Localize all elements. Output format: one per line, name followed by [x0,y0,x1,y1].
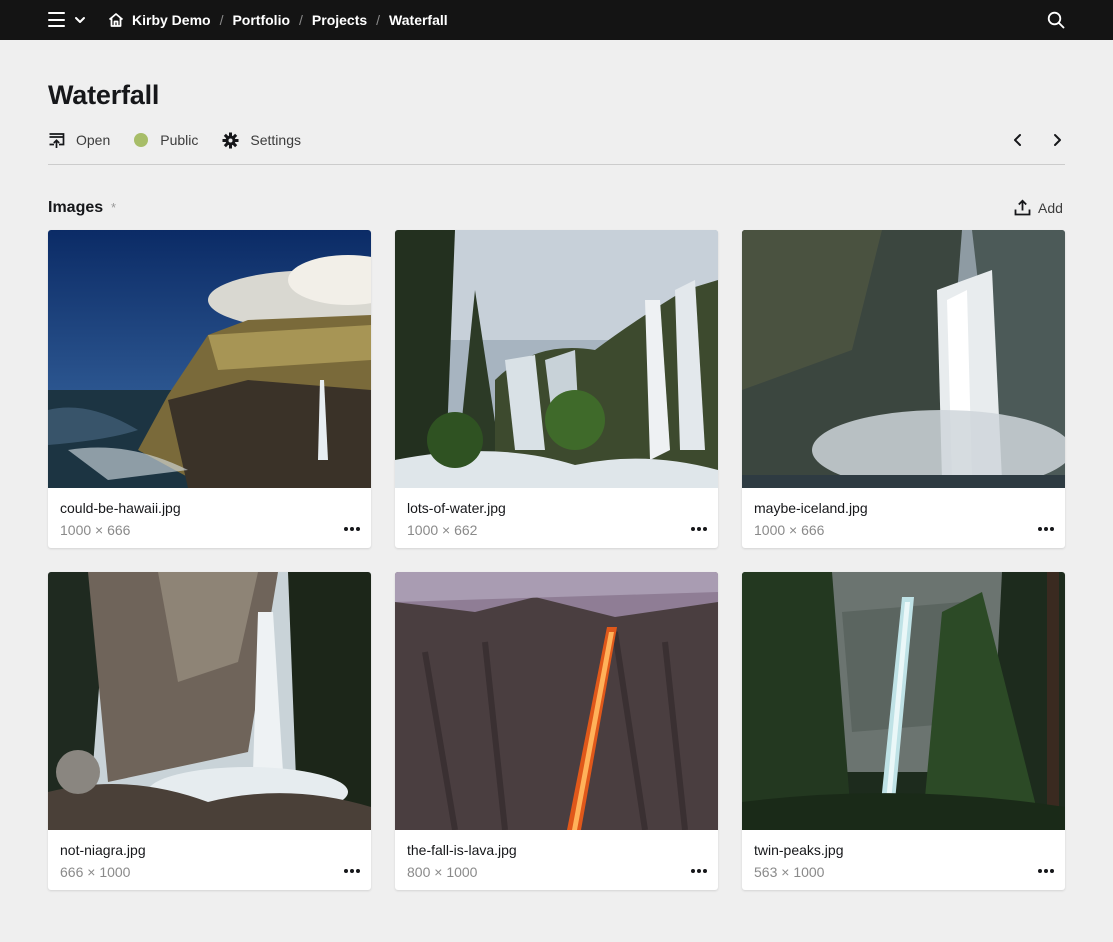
open-preview-icon [49,132,65,148]
chevron-left-icon[interactable] [1010,132,1026,148]
file-card[interactable]: could-be-hawaii.jpg 1000 × 666 [48,230,371,548]
file-name: could-be-hawaii.jpg [60,500,181,516]
file-name: the-fall-is-lava.jpg [407,842,517,858]
breadcrumb-projects[interactable]: Projects [312,12,367,28]
more-options-icon[interactable] [342,861,362,881]
file-card[interactable]: not-niagra.jpg 666 × 1000 [48,572,371,890]
settings-label: Settings [250,132,301,148]
breadcrumb-separator: / [299,12,303,28]
status-label: Public [160,132,199,148]
more-options-icon[interactable] [689,861,709,881]
open-button[interactable]: Open [48,132,110,149]
file-name: lots-of-water.jpg [407,500,506,516]
file-dimensions: 800 × 1000 [407,864,478,880]
section-label: Images [48,199,104,216]
file-dimensions: 666 × 1000 [60,864,131,880]
file-card[interactable]: lots-of-water.jpg 1000 × 662 [395,230,718,548]
more-options-icon[interactable] [1036,861,1056,881]
breadcrumb-waterfall[interactable]: Waterfall [389,12,448,28]
search-icon[interactable] [1047,11,1065,29]
file-card[interactable]: maybe-iceland.jpg 1000 × 666 [742,230,1065,548]
chevron-right-icon[interactable] [1049,132,1065,148]
file-dimensions: 1000 × 666 [754,522,825,538]
more-options-icon[interactable] [1036,519,1056,539]
file-thumbnail [395,572,718,830]
breadcrumb-kirby-demo[interactable]: Kirby Demo [132,12,211,28]
topbar: Kirby Demo / Portfolio / Projects / Wate… [0,0,1113,40]
settings-button[interactable]: Settings [222,132,301,149]
breadcrumb: Kirby Demo / Portfolio / Projects / Wate… [107,0,448,40]
status-icon [134,133,149,147]
chevron-down-icon[interactable] [73,13,87,27]
breadcrumb-portfolio[interactable]: Portfolio [232,12,290,28]
file-card[interactable]: twin-peaks.jpg 563 × 1000 [742,572,1065,890]
home-icon[interactable] [107,11,125,29]
hamburger-icon[interactable] [48,12,65,27]
divider [48,164,1065,165]
file-name: maybe-iceland.jpg [754,500,868,516]
file-thumbnail [742,572,1065,830]
gear-icon [222,132,239,148]
file-name: twin-peaks.jpg [754,842,844,858]
required-marker: * [111,200,117,215]
file-thumbnail [742,230,1065,488]
status-button[interactable]: Public [134,132,198,148]
breadcrumb-separator: / [376,12,381,28]
file-dimensions: 1000 × 666 [60,522,131,538]
open-label: Open [76,132,111,148]
more-options-icon[interactable] [689,519,709,539]
page-title: Waterfall [48,80,160,110]
file-card[interactable]: the-fall-is-lava.jpg 800 × 1000 [395,572,718,890]
file-thumbnail [395,230,718,488]
add-label: Add [1038,199,1063,216]
file-thumbnail [48,572,371,830]
more-options-icon[interactable] [342,519,362,539]
page-options: Open Public Settings [48,129,325,151]
add-button[interactable]: Add [1014,199,1063,216]
file-thumbnail [48,230,371,488]
file-dimensions: 1000 × 662 [407,522,478,538]
file-dimensions: 563 × 1000 [754,864,825,880]
file-name: not-niagra.jpg [60,842,146,858]
upload-icon [1014,199,1031,216]
breadcrumb-separator: / [219,12,224,28]
